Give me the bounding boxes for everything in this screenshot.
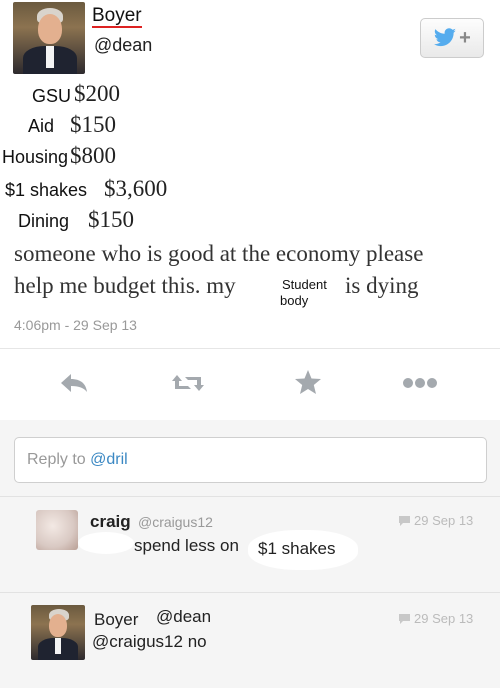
reply-box-divider [0, 496, 500, 497]
budget-label-aid: Aid [28, 116, 55, 136]
budget-label-gsu: GSU [32, 86, 72, 106]
author-avatar[interactable] [13, 2, 85, 74]
speech-bubble-icon [399, 515, 410, 526]
budget-amount-gsu: $200 [74, 81, 120, 106]
reply-craig-avatar[interactable] [36, 510, 78, 550]
tweet-text-line-2b: is dying [345, 273, 419, 298]
reply-divider [0, 592, 500, 593]
more-icon[interactable] [400, 370, 440, 396]
reply-mention: @dril [90, 451, 128, 468]
follow-button[interactable]: + [420, 18, 484, 58]
budget-label-shakes: $1 shakes [5, 180, 88, 200]
reply-boyer-body: @craigus12 no [92, 632, 207, 651]
budget-amount-aid: $150 [70, 112, 116, 137]
budget-amount-dining: $150 [88, 207, 134, 232]
reply-icon[interactable] [56, 368, 92, 398]
reply-prefix: Reply to [27, 451, 91, 468]
reply-craig-name[interactable]: craig [90, 512, 131, 532]
tweet-insert-body: body [280, 293, 309, 308]
star-icon[interactable] [290, 366, 326, 398]
tweet-insert-student: Student [282, 277, 327, 292]
reply-input[interactable]: Reply to @dril [14, 437, 487, 483]
budget-amount-housing: $800 [70, 143, 116, 168]
reply-boyer-timestamp[interactable]: 29 Sep 13 [398, 611, 473, 626]
reply-boyer-handle[interactable]: @dean [156, 607, 211, 627]
action-bar-top-divider [0, 348, 500, 349]
author-handle[interactable]: @dean [94, 35, 152, 56]
budget-label-housing: Housing [2, 147, 69, 167]
reply-craig-time: 29 Sep 13 [414, 513, 474, 528]
twitter-bird-icon [434, 28, 457, 47]
tweet-text-line-1: someone who is good at the economy pleas… [14, 241, 424, 266]
reply-craig-body-a: spend less on [134, 536, 239, 555]
retweet-icon[interactable] [168, 368, 208, 398]
reply-boyer-avatar[interactable] [31, 605, 85, 660]
reply-boyer-time: 29 Sep 13 [414, 611, 474, 626]
edit-smudge-1 [78, 532, 134, 554]
reply-craig-body-b: $1 shakes [258, 539, 336, 558]
reply-craig-handle[interactable]: @craigus12 [138, 514, 213, 530]
reply-craig-timestamp[interactable]: 29 Sep 13 [398, 513, 473, 528]
follow-plus-icon: + [459, 26, 471, 49]
reply-boyer-name[interactable]: Boyer [94, 610, 138, 630]
reply-input-placeholder: Reply to @dril [27, 451, 128, 469]
tweet-timestamp[interactable]: 4:06pm - 29 Sep 13 [14, 317, 137, 333]
author-display-name[interactable]: Boyer [92, 6, 142, 28]
tweet-text-line-2a: help me budget this. my [14, 273, 236, 298]
budget-amount-shakes: $3,600 [104, 176, 168, 201]
speech-bubble-icon [399, 613, 410, 624]
budget-label-dining: Dining [18, 211, 70, 231]
